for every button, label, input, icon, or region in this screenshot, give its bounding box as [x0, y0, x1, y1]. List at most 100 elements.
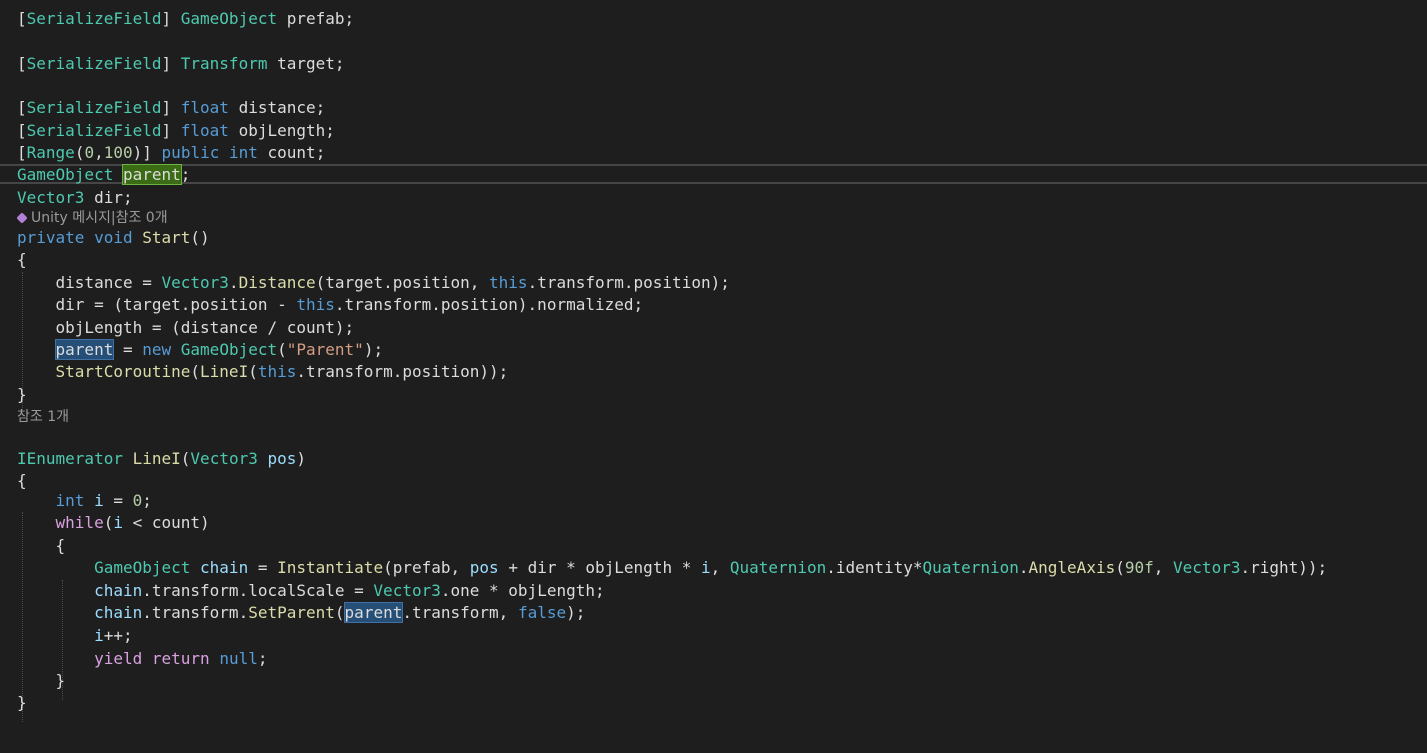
code-line[interactable]: {	[17, 535, 66, 557]
current-line-highlight	[0, 164, 1427, 184]
code-token: (target.position,	[315, 273, 490, 292]
code-token: )	[296, 449, 307, 468]
code-token: 0	[132, 491, 143, 510]
code-token: Vector3	[1173, 558, 1241, 577]
code-token: (	[190, 362, 201, 381]
codelens-hint[interactable]: 참조 1개	[17, 409, 69, 425]
code-line[interactable]: GameObject chain = Instantiate(prefab, p…	[17, 557, 1327, 579]
code-token: objLength;	[228, 121, 335, 140]
code-token: (	[248, 362, 258, 381]
code-token: float	[180, 121, 229, 140]
code-token: .one * objLength;	[440, 581, 605, 600]
code-token: 100	[103, 143, 133, 162]
highlighted-symbol: parent	[121, 164, 182, 185]
code-token: chain	[200, 558, 249, 577]
code-token: float	[180, 98, 229, 117]
code-line[interactable]: while(i < count)	[17, 512, 210, 534]
code-line[interactable]: dir = (target.position - this.transform.…	[17, 294, 644, 316]
highlighted-symbol: parent	[343, 602, 404, 623]
code-editor[interactable]: [SerializeField] GameObject prefab; [Seri…	[0, 0, 1427, 753]
code-token: [	[17, 54, 27, 73]
code-token: IEnumerator	[17, 449, 123, 468]
code-token: =	[248, 558, 278, 577]
code-line[interactable]: StartCoroutine(LineI(this.transform.posi…	[17, 361, 509, 383]
code-line[interactable]: }	[17, 384, 27, 406]
code-token: .transform.position).normalized;	[334, 295, 644, 314]
code-token: [	[17, 98, 27, 117]
code-line[interactable]: [SerializeField] GameObject prefab;	[17, 8, 354, 30]
code-line[interactable]: i++;	[17, 625, 133, 647]
code-line[interactable]: yield return null;	[17, 648, 267, 670]
code-token: dir = (target.position -	[17, 295, 297, 314]
code-token: int	[228, 143, 258, 162]
code-line[interactable]: {	[17, 470, 27, 492]
code-token: 0	[84, 143, 95, 162]
code-token: }	[17, 385, 27, 404]
code-line[interactable]: [Range(0,100)] public int count;	[17, 142, 325, 164]
code-line[interactable]: [SerializeField] float distance;	[17, 97, 325, 119]
code-token: this	[296, 295, 335, 314]
code-token: SerializeField	[26, 98, 162, 117]
code-token: ]	[161, 121, 181, 140]
code-token: StartCoroutine	[55, 362, 191, 381]
code-token: (	[334, 603, 345, 622]
code-token: Instantiate	[277, 558, 384, 577]
code-line[interactable]: int i = 0;	[17, 490, 152, 512]
code-line[interactable]: IEnumerator LineI(Vector3 pos)	[17, 448, 306, 470]
code-token: .transform,	[402, 603, 518, 622]
code-token: {	[17, 250, 27, 269]
code-token: ]	[161, 54, 181, 73]
code-token: yield	[94, 649, 143, 668]
code-token: Start	[142, 228, 191, 247]
code-line[interactable]: chain.transform.SetParent(parent.transfo…	[17, 602, 585, 624]
code-token: .transform.	[142, 603, 249, 622]
code-line[interactable]: private void Start()	[17, 227, 210, 249]
code-line[interactable]: chain.transform.localScale = Vector3.one…	[17, 580, 605, 602]
code-token: Vector3	[373, 581, 441, 600]
code-token: LineI	[132, 449, 181, 468]
code-token: while	[55, 513, 104, 532]
code-token: public	[161, 143, 220, 162]
code-line[interactable]: [SerializeField] float objLength;	[17, 120, 335, 142]
code-token: (	[103, 513, 114, 532]
code-token: [	[17, 9, 27, 28]
code-token: return	[151, 649, 210, 668]
code-token: Vector3	[190, 449, 258, 468]
code-line[interactable]: [SerializeField] Transform target;	[17, 53, 345, 75]
code-token: 90f	[1124, 558, 1154, 577]
code-token: GameObject	[180, 9, 278, 28]
code-line[interactable]: distance = Vector3.Distance(target.posit…	[17, 272, 730, 294]
code-token: LineI	[200, 362, 249, 381]
code-token: new	[142, 340, 172, 359]
code-token: i	[94, 626, 104, 645]
code-token: AngleAxis	[1028, 558, 1116, 577]
code-line[interactable]: Unity 메시지|참조 0개	[16, 207, 168, 229]
code-token: ;	[257, 649, 268, 668]
code-token: SerializeField	[26, 121, 162, 140]
code-line[interactable]: Vector3 dir;	[17, 187, 133, 209]
code-line[interactable]: GameObject parent;	[17, 164, 190, 186]
code-token: Quaternion	[729, 558, 827, 577]
code-line[interactable]: 참조 1개	[17, 406, 69, 428]
code-token: ,	[1153, 558, 1174, 577]
code-line[interactable]: }	[17, 670, 66, 692]
code-token: i	[94, 491, 104, 510]
code-line[interactable]: {	[17, 249, 27, 271]
code-token: target;	[267, 54, 345, 73]
code-token: SerializeField	[26, 9, 162, 28]
code-line[interactable]: parent = new GameObject("Parent");	[17, 339, 383, 361]
code-line[interactable]: }	[17, 692, 27, 714]
codelens-hint[interactable]: Unity 메시지|참조 0개	[31, 210, 168, 226]
code-line[interactable]: objLength = (distance / count);	[17, 317, 355, 339]
code-token: .right));	[1240, 558, 1328, 577]
